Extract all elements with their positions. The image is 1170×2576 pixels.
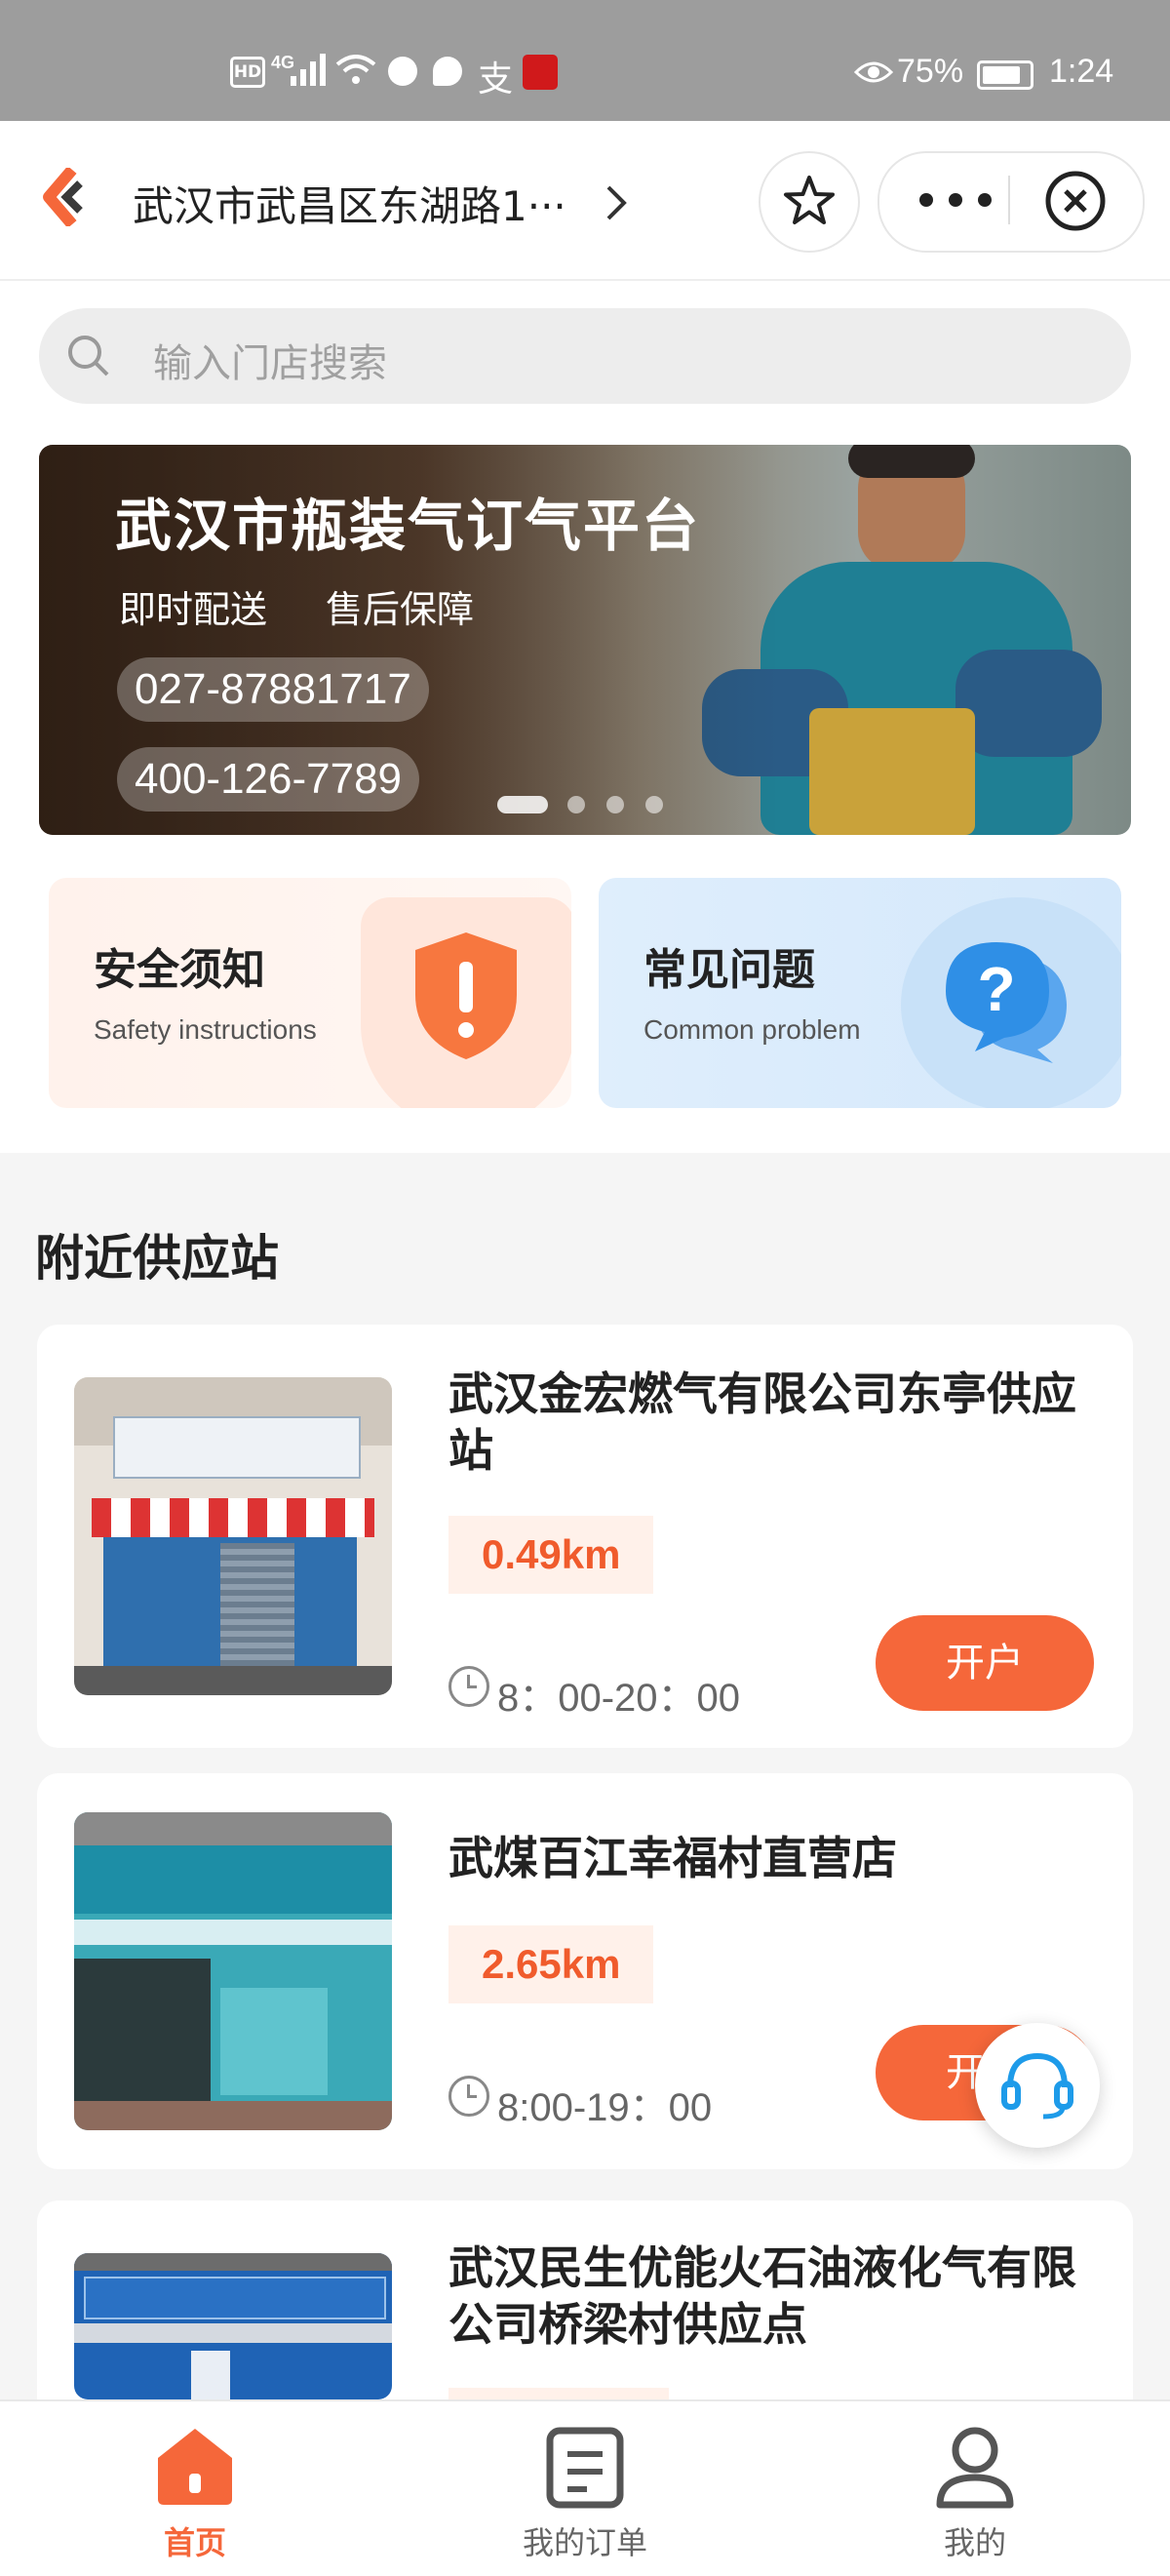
tab-orders[interactable]: 我的订单 (488, 2419, 682, 2565)
battery-percent: 75% (897, 53, 964, 90)
banner-title: 武汉市瓶装气订气平台 (115, 493, 701, 559)
location-selector[interactable]: 武汉市武昌区东湖路1··· (133, 174, 640, 234)
alipay-icon: 支 (478, 59, 514, 99)
clock-time: 1:24 (1049, 53, 1114, 90)
headset-icon (1001, 2052, 1073, 2120)
safety-card-subtitle: Safety instructions (94, 1014, 317, 1045)
store-hours: 8:00-19：00 (497, 2086, 713, 2129)
banner-dot-active[interactable] (497, 796, 548, 813)
banner-subtitle-delivery: 即时配送 (119, 588, 268, 631)
chevron-right-icon[interactable] (604, 183, 628, 222)
store-distance (448, 2388, 669, 2399)
svg-text:?: ? (977, 954, 1015, 1024)
store-name: 武煤百江幸福村直营店 (448, 1832, 897, 1884)
faq-card-title: 常见问题 (644, 945, 815, 995)
tab-mine-label: 我的 (943, 2524, 1006, 2561)
wifi-icon (335, 55, 376, 84)
tab-home-label: 首页 (163, 2524, 226, 2561)
banner-dot[interactable] (606, 796, 624, 813)
store-photo (74, 2253, 392, 2399)
banner-dot[interactable] (567, 796, 585, 813)
clock-icon (448, 2076, 489, 2117)
user-icon (936, 2427, 1014, 2509)
tab-home[interactable]: 首页 (98, 2419, 292, 2565)
hd-icon: HD (230, 57, 265, 88)
more-icon (919, 193, 992, 207)
hotline-phone-2[interactable]: 400-126-7789 (117, 747, 420, 812)
order-icon (546, 2427, 624, 2509)
chat-icon (433, 57, 462, 86)
faq-card-subtitle: Common problem (644, 1014, 861, 1045)
tab-mine[interactable]: 我的 (878, 2419, 1072, 2565)
store-name: 武汉民生优能火石油液化气有限公司桥梁村供应点 (448, 2241, 1076, 2351)
capsule-divider (1008, 176, 1010, 224)
logo-icon (43, 168, 83, 226)
signal-icon (291, 54, 326, 86)
store-photo (74, 1377, 392, 1695)
close-button[interactable] (1043, 169, 1108, 233)
notification-icon (388, 57, 417, 86)
question-chat-icon: ? (946, 942, 1067, 1063)
store-distance: 2.65km (448, 1925, 654, 2003)
close-icon (1045, 171, 1106, 231)
open-account-button[interactable]: 开户 (876, 1615, 1094, 1711)
store-photo (74, 1812, 392, 2130)
app-icon (523, 55, 558, 90)
store-name: 武汉金宏燃气有限公司东亭供应站 (448, 1367, 1076, 1477)
favorite-button[interactable] (759, 151, 860, 253)
store-hours: 8：00-20：00 (497, 1677, 741, 1720)
location-text: 武汉市武昌区东湖路1··· (133, 182, 566, 230)
eye-icon (854, 61, 893, 83)
banner-dot[interactable] (645, 796, 663, 813)
star-icon (784, 176, 835, 224)
tab-orders-label: 我的订单 (522, 2524, 647, 2561)
clock-icon (448, 1666, 489, 1707)
safety-card-title: 安全须知 (94, 945, 265, 995)
more-button[interactable] (907, 161, 1004, 239)
search-placeholder: 输入门店搜索 (153, 341, 387, 386)
home-icon (158, 2429, 232, 2505)
customer-service-button[interactable] (975, 2023, 1100, 2148)
hotline-phone-1[interactable]: 027-87881717 (117, 657, 429, 722)
banner-subtitle-aftersales: 售后保障 (326, 588, 475, 631)
battery-icon (977, 60, 1034, 90)
search-icon (68, 336, 109, 376)
nearby-section-title: 附近供应站 (35, 1230, 279, 1287)
store-distance: 0.49km (448, 1516, 654, 1594)
shield-alert-icon (415, 932, 517, 1059)
